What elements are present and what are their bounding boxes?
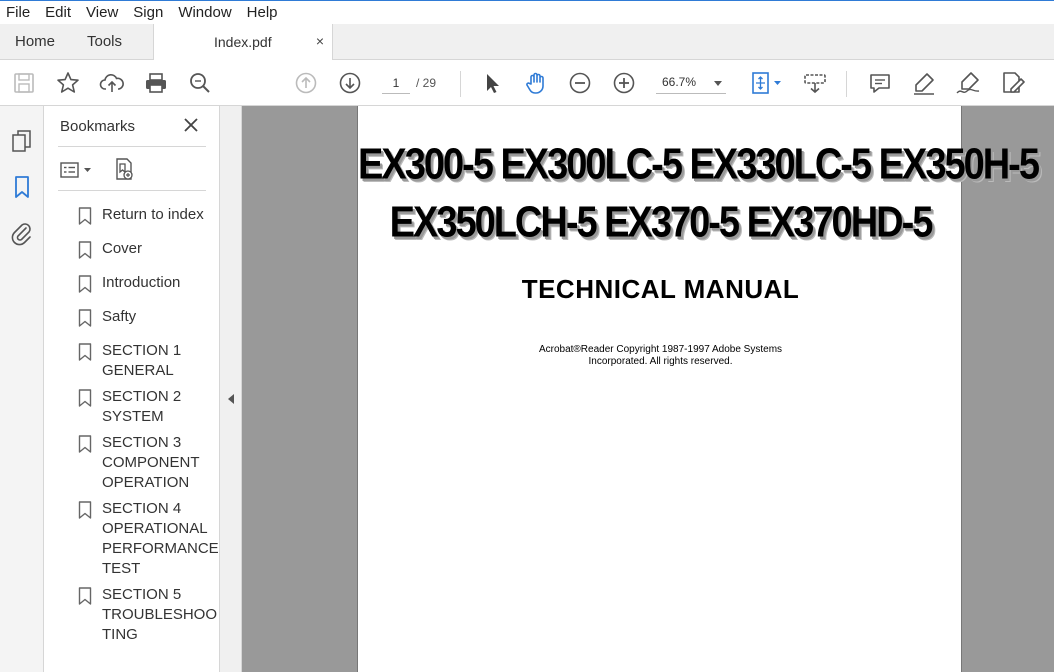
toolbar-divider xyxy=(460,71,461,97)
print-icon[interactable] xyxy=(143,70,169,96)
menu-bar: File Edit View Sign Window Help xyxy=(0,0,1054,24)
bookmark-icon xyxy=(78,587,92,605)
tab-tools[interactable]: Tools xyxy=(87,24,122,59)
bookmark-icon xyxy=(78,389,92,407)
bookmark-icon xyxy=(78,207,92,225)
comment-icon[interactable] xyxy=(867,70,893,96)
bookmark-panel-icon[interactable] xyxy=(9,174,35,200)
bookmark-icon xyxy=(78,241,92,259)
document-title: TECHNICAL MANUAL xyxy=(521,274,800,304)
tab-document[interactable]: Index.pdf × xyxy=(153,24,333,60)
menu-view[interactable]: View xyxy=(86,4,118,21)
chevron-down-icon xyxy=(714,81,722,86)
star-icon[interactable] xyxy=(55,70,81,96)
bookmark-icon xyxy=(78,275,92,293)
tab-bar: Home Tools Index.pdf × xyxy=(0,24,1054,60)
bookmark-label: SECTION 5 TROUBLESHOO TING xyxy=(102,586,218,643)
model-list-line-2: EX350LCH-5 EX370-5 EX370HD-5 xyxy=(389,198,934,248)
bookmark-label: SECTION 4 OPERATIONAL PERFORMANCE TEST xyxy=(102,500,219,577)
bookmark-icon xyxy=(78,435,92,453)
bookmarks-panel-title: Bookmarks xyxy=(60,118,136,135)
zoom-select[interactable]: 66.7% xyxy=(656,72,726,94)
sign-icon[interactable] xyxy=(955,70,981,96)
pdf-page: EX300-5 EX300LC-5 EX330LC-5 EX350H-5 EX3… xyxy=(357,106,1040,672)
bookmark-options-button[interactable] xyxy=(60,159,96,181)
copyright-line-1: Acrobat®Reader Copyright 1987-1997 Adobe… xyxy=(538,344,783,355)
bookmark-icon xyxy=(78,309,92,327)
bookmark-label: Introduction xyxy=(102,274,181,291)
toolbar: / 29 66.7% xyxy=(0,60,1054,106)
toolbar-divider xyxy=(846,71,847,97)
menu-window[interactable]: Window xyxy=(178,4,231,21)
model-list-line-1: EX300-5 EX300LC-5 EX330LC-5 EX350H-5 xyxy=(358,140,1040,190)
document-viewport[interactable]: EX300-5 EX300LC-5 EX330LC-5 EX350H-5 EX3… xyxy=(242,106,1054,672)
copyright-notice: Acrobat®Reader Copyright 1987-1997 Adobe… xyxy=(358,344,963,368)
bookmark-label: SECTION 3 COMPONENT OPERATION xyxy=(102,434,200,491)
select-arrow-icon[interactable] xyxy=(479,70,505,96)
menu-edit[interactable]: Edit xyxy=(45,4,71,21)
highlight-icon[interactable] xyxy=(911,70,937,96)
tab-home[interactable]: Home xyxy=(15,24,55,59)
close-tab-icon[interactable]: × xyxy=(316,33,324,49)
menu-help[interactable]: Help xyxy=(247,4,278,21)
save-icon[interactable] xyxy=(11,70,37,96)
divider xyxy=(58,146,206,147)
page-total: / 29 xyxy=(416,76,437,90)
zoom-out-icon[interactable] xyxy=(567,70,593,96)
upload-icon[interactable] xyxy=(99,70,125,96)
attachment-icon[interactable] xyxy=(9,220,35,246)
copyright-line-2: Incorporated. All rights reserved. xyxy=(588,356,733,367)
menu-sign[interactable]: Sign xyxy=(133,4,163,21)
close-panel-icon[interactable] xyxy=(183,117,199,133)
page-down-icon[interactable] xyxy=(337,70,363,96)
divider xyxy=(58,190,206,191)
scroll-mode-icon[interactable] xyxy=(802,70,828,96)
navigation-rail xyxy=(0,106,44,672)
bookmark-label: SECTION 2 SYSTEM xyxy=(102,388,182,425)
panel-collapse-handle[interactable] xyxy=(220,106,242,672)
page-up-icon[interactable] xyxy=(293,70,319,96)
bookmark-label: SECTION 1 GENERAL xyxy=(102,342,182,379)
tab-document-label: Index.pdf xyxy=(214,34,272,50)
bookmark-label: Safty xyxy=(102,308,137,325)
collapse-arrow-icon xyxy=(228,394,234,404)
menu-file[interactable]: File xyxy=(6,4,30,21)
bookmark-label: Cover xyxy=(102,240,143,257)
zoom-value: 66.7% xyxy=(662,75,697,89)
bookmark-icon xyxy=(78,501,92,519)
hand-icon[interactable] xyxy=(523,70,549,96)
zoom-search-icon[interactable] xyxy=(187,70,213,96)
zoom-in-icon[interactable] xyxy=(611,70,637,96)
bookmark-icon xyxy=(78,343,92,361)
bookmark-label: Return to index xyxy=(102,206,204,223)
page-thumbnails-icon[interactable] xyxy=(9,128,35,154)
fit-page-icon[interactable] xyxy=(750,70,784,96)
page-number-input[interactable] xyxy=(382,72,410,94)
bookmarks-panel: Bookmarks Return to index Cover Introduc… xyxy=(44,106,220,672)
add-bookmark-icon[interactable] xyxy=(112,157,136,181)
fill-sign-icon[interactable] xyxy=(999,70,1025,96)
